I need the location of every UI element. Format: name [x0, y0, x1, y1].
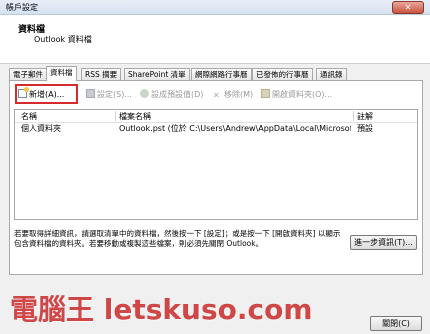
tab-published-calendars[interactable]: 已發佈的行事曆 — [252, 68, 313, 80]
data-files-list[interactable]: 名稱 檔案名稱 註解 個人資料夾 Outlook.pst (位於 C:\User… — [14, 109, 418, 220]
close-button[interactable]: 關閉(C) — [370, 316, 422, 331]
tab-internet-calendars[interactable]: 網際網路行事曆 — [191, 68, 252, 80]
tab-data-files[interactable]: 資料檔 — [46, 66, 77, 81]
check-icon — [140, 89, 149, 98]
set-default-button[interactable]: 設成預設值(D) — [140, 87, 203, 103]
data-files-panel: 新增(A)... 設定(S)... 設成預設值(D) ✕ 移除(M) 開啟資料夾(… — [9, 80, 423, 275]
open-folder-button-label: 開啟資料夾(O)... — [272, 90, 333, 99]
settings-button[interactable]: 設定(S)... — [86, 87, 132, 103]
remove-button-label: 移除(M) — [224, 90, 254, 99]
column-header-comment[interactable]: 註解 — [357, 111, 373, 122]
column-header-name[interactable]: 名稱 — [21, 111, 37, 122]
new-file-icon — [18, 87, 29, 98]
folder-icon — [261, 89, 270, 98]
remove-x-icon: ✕ — [213, 91, 220, 100]
settings-button-label: 設定(S)... — [97, 90, 132, 99]
settings-icon — [86, 89, 95, 98]
header-section: 資料檔 Outlook 資料檔 — [0, 15, 430, 64]
info-text: 若要取得詳細資訊，請選取清單中的資料檔，然後按一下 [設定]；或是按一下 [開啟… — [14, 229, 341, 248]
set-default-button-label: 設成預設值(D) — [151, 90, 204, 99]
watermark: 電腦王 letskuso.com — [10, 293, 313, 326]
new-button[interactable]: 新增(A)... — [18, 87, 64, 103]
page-subtitle: Outlook 資料檔 — [34, 35, 92, 44]
title-bar: 帳戶設定 ✕ — [0, 0, 430, 15]
list-header: 名稱 檔案名稱 註解 — [15, 110, 417, 123]
open-folder-button[interactable]: 開啟資料夾(O)... — [261, 87, 332, 103]
column-divider[interactable] — [115, 111, 116, 121]
column-divider[interactable] — [353, 111, 354, 121]
table-row[interactable]: 個人資料夾 Outlook.pst (位於 C:\Users\Andrew\Ap… — [15, 123, 417, 134]
tab-email[interactable]: 電子郵件 — [9, 68, 47, 80]
cell-name: 個人資料夾 — [21, 124, 61, 133]
tab-rss[interactable]: RSS 摘要 — [81, 68, 122, 80]
cell-file: Outlook.pst (位於 C:\Users\Andrew\AppData\… — [119, 124, 351, 133]
toolbar: 新增(A)... 設定(S)... 設成預設值(D) ✕ 移除(M) 開啟資料夾(… — [14, 84, 414, 104]
column-header-file[interactable]: 檔案名稱 — [119, 111, 151, 122]
window-title: 帳戶設定 — [6, 3, 38, 12]
new-button-label: 新增(A)... — [29, 90, 65, 99]
cell-comment: 預設 — [357, 124, 373, 133]
tab-sharepoint[interactable]: SharePoint 清單 — [124, 68, 190, 80]
more-info-button[interactable]: 進一步資訊(T)... — [350, 235, 417, 250]
tab-address-books[interactable]: 通訊錄 — [316, 68, 347, 80]
account-settings-window: 帳戶設定 ✕ 資料檔 Outlook 資料檔 電子郵件 資料檔 RSS 摘要 S… — [0, 0, 430, 334]
window-close-button[interactable]: ✕ — [392, 1, 424, 14]
remove-button[interactable]: ✕ 移除(M) — [213, 87, 253, 103]
